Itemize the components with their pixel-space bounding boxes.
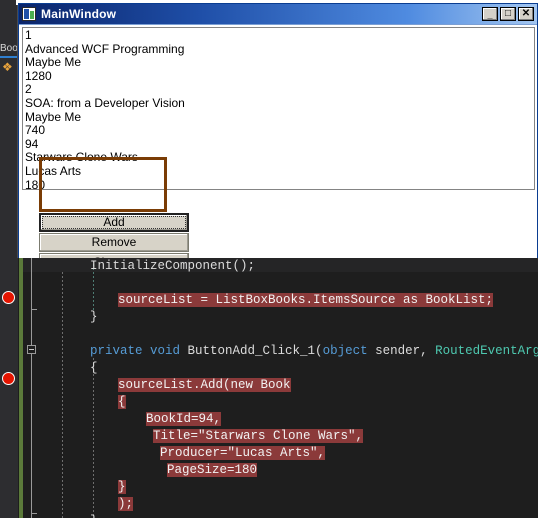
code-token: PageSize=180 [167, 463, 258, 477]
toolbox-icon[interactable]: ❖ [2, 60, 16, 74]
list-item[interactable]: Advanced WCF Programming [25, 42, 534, 57]
list-item[interactable]: Maybe Me [25, 56, 534, 70]
app-window-icon [22, 7, 36, 21]
code-line[interactable]: PageSize=180 [0, 462, 258, 479]
code-line[interactable]: Title="Starwars Clone Wars", [0, 428, 364, 445]
minimize-glyph: _ [487, 10, 493, 20]
code-editor[interactable]: InitializeComponent(); sourceList = ListB… [0, 258, 538, 518]
code-line[interactable]: Producer="Lucas Arts", [0, 445, 326, 462]
code-line[interactable]: InitializeComponent(); [0, 258, 255, 275]
code-text-area[interactable]: InitializeComponent(); sourceList = ListB… [0, 258, 538, 518]
code-token: sourceList = ListBoxBooks.ItemsSource as… [118, 293, 494, 307]
list-item[interactable]: 2 [25, 83, 534, 97]
code-line[interactable]: } [0, 513, 98, 518]
code-line[interactable]: { [0, 394, 126, 411]
code-line[interactable]: private void ButtonAdd_Click_1(object se… [0, 343, 538, 360]
code-token: } [90, 310, 98, 324]
code-token: { [118, 395, 126, 409]
code-line[interactable]: } [0, 309, 98, 326]
vs-tool-window-tab-underline [0, 56, 18, 58]
add-button[interactable]: Add [39, 213, 189, 232]
code-token: RoutedEventArgs [435, 344, 538, 358]
maximize-glyph: □ [504, 8, 512, 19]
code-line[interactable]: } [0, 479, 126, 496]
list-item[interactable]: 94 [25, 137, 534, 152]
main-window: MainWindow _ □ ✕ 1 Advanced WCF Programmi… [18, 3, 538, 272]
list-item[interactable]: SOA: from a Developer Vision [25, 96, 534, 111]
code-token: Producer="Lucas Arts", [160, 446, 326, 460]
fold-end-tick [31, 309, 37, 310]
remove-button[interactable]: Remove [39, 233, 189, 252]
code-token: } [118, 480, 126, 494]
code-token: private void [90, 344, 188, 358]
code-token: ); [118, 497, 134, 511]
books-listbox[interactable]: 1 Advanced WCF Programming Maybe Me 1280 2 SO… [22, 27, 535, 190]
close-glyph: ✕ [521, 8, 531, 19]
close-icon[interactable]: ✕ [518, 7, 534, 21]
breakpoint-icon[interactable] [2, 372, 15, 385]
list-item[interactable]: 180 [25, 178, 534, 189]
code-line[interactable]: { [0, 360, 98, 377]
list-item[interactable]: 1 [25, 28, 534, 43]
code-line[interactable]: sourceList.Add(new Book [0, 377, 291, 394]
window-title: MainWindow [41, 7, 117, 21]
maximize-icon[interactable]: □ [500, 7, 516, 21]
list-item[interactable]: Maybe Me [25, 110, 534, 125]
breakpoint-icon[interactable] [2, 291, 15, 304]
list-item[interactable]: 740 [25, 124, 534, 138]
list-item[interactable]: 1280 [25, 69, 534, 84]
collapse-region-icon[interactable] [27, 345, 36, 354]
code-line[interactable]: ); [0, 496, 134, 513]
window-controls: _ □ ✕ [482, 7, 537, 21]
code-token: sourceList.Add(new Book [118, 378, 291, 392]
minimize-icon[interactable]: _ [482, 7, 498, 21]
code-token: } [90, 514, 98, 518]
code-token: BookId=94, [146, 412, 222, 426]
window-client-area: 1 Advanced WCF Programming Maybe Me 1280 2 SO… [19, 24, 537, 272]
code-token: object [322, 344, 368, 358]
fold-end-tick [31, 513, 37, 514]
code-token: sender, [367, 344, 436, 358]
list-item[interactable]: Starwars Clone Wars [25, 151, 534, 165]
code-token: ButtonAdd_Click_1( [187, 344, 323, 358]
code-token: InitializeComponent(); [90, 259, 256, 273]
code-token: Title="Starwars Clone Wars", [153, 429, 364, 443]
list-item[interactable]: Lucas Arts [25, 164, 534, 179]
code-token: { [90, 361, 98, 375]
title-bar[interactable]: MainWindow _ □ ✕ [19, 4, 537, 24]
vs-tool-window-tab[interactable]: Boo [0, 42, 18, 56]
code-line[interactable]: sourceList = ListBoxBooks.ItemsSource as… [0, 292, 494, 309]
code-line[interactable]: BookId=94, [0, 411, 222, 428]
